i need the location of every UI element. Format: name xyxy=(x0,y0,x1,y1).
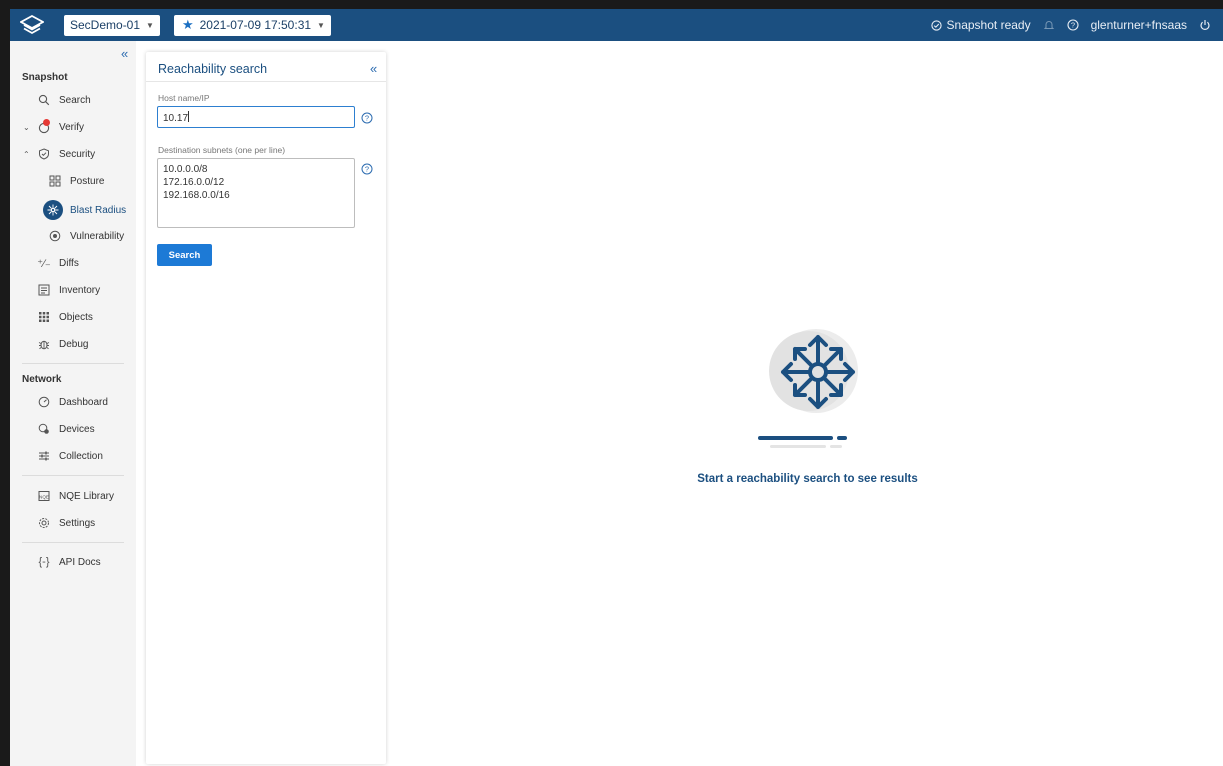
network-selector[interactable]: SecDemo-01 ▼ xyxy=(64,14,160,36)
host-input-value: 10.17 xyxy=(163,113,189,124)
sidebar-item-diffs[interactable]: ⁺∕₋ Diffs xyxy=(10,252,136,274)
alert-badge xyxy=(43,119,50,126)
host-field-label: Host name/IP xyxy=(158,93,210,103)
sidebar-item-label: Diffs xyxy=(59,257,79,269)
app-window: SecDemo-01 ▼ ★ 2021-07-09 17:50:31 ▼ Sna… xyxy=(10,9,1223,766)
top-bar: SecDemo-01 ▼ ★ 2021-07-09 17:50:31 ▼ Sna… xyxy=(10,9,1223,41)
section-title-snapshot: Snapshot xyxy=(22,72,68,83)
collapse-panel-icon[interactable]: « xyxy=(370,61,377,76)
shield-icon xyxy=(37,147,51,161)
sidebar-divider xyxy=(22,475,124,476)
nqe-icon: NQE xyxy=(37,489,51,503)
search-button[interactable]: Search xyxy=(157,244,212,266)
sidebar-item-nqe-library[interactable]: NQE NQE Library xyxy=(10,485,136,507)
svg-text:NQE: NQE xyxy=(39,494,49,499)
sidebar-item-label: Security xyxy=(59,148,96,160)
power-icon[interactable] xyxy=(1199,19,1211,31)
sidebar-item-verify[interactable]: ⌄ Verify xyxy=(10,116,136,138)
sidebar-item-debug[interactable]: Debug xyxy=(10,333,136,355)
blast-radius-illustration-icon xyxy=(758,329,858,448)
vulnerability-icon xyxy=(48,229,62,243)
status-text: Snapshot ready xyxy=(946,18,1031,32)
sidebar-item-blast-radius[interactable]: Blast Radius xyxy=(10,197,136,223)
subnets-field-label: Destination subnets (one per line) xyxy=(158,145,286,155)
gear-icon xyxy=(37,516,51,530)
subnets-textarea[interactable]: 10.0.0.0/8 172.16.0.0/12 192.168.0.0/16 xyxy=(157,158,355,228)
sidebar-item-label: Debug xyxy=(59,338,89,350)
sidebar-item-label: Vulnerability xyxy=(70,230,125,242)
collapse-sidebar-icon[interactable]: « xyxy=(121,46,128,61)
sidebar-item-api-docs[interactable]: {-} API Docs xyxy=(10,551,136,573)
inventory-icon xyxy=(37,283,51,297)
sidebar-item-security[interactable]: ⌃ Security xyxy=(10,143,136,165)
devices-icon xyxy=(37,422,51,436)
sidebar-item-collection[interactable]: Collection xyxy=(10,445,136,467)
posture-icon xyxy=(48,174,62,188)
sidebar: « Snapshot Search ⌄ Verify ⌃ Security Po… xyxy=(10,41,136,766)
bell-icon[interactable] xyxy=(1043,19,1055,31)
verify-icon xyxy=(37,119,51,134)
snapshot-selector[interactable]: ★ 2021-07-09 17:50:31 ▼ xyxy=(173,14,331,36)
user-name: glenturner+fnsaas xyxy=(1090,18,1187,32)
sidebar-item-inventory[interactable]: Inventory xyxy=(10,279,136,301)
app-logo-icon[interactable] xyxy=(20,14,46,36)
section-title-network: Network xyxy=(22,374,62,385)
collection-icon xyxy=(37,449,51,463)
sidebar-item-label: API Docs xyxy=(59,556,101,568)
help-icon[interactable]: ? xyxy=(361,112,373,124)
panel-title: Reachability search xyxy=(158,62,268,76)
help-icon[interactable]: ? xyxy=(1067,19,1079,31)
network-name: SecDemo-01 xyxy=(70,18,141,32)
blast-radius-icon xyxy=(43,200,63,220)
bug-icon xyxy=(37,337,51,351)
sidebar-item-label: Search xyxy=(59,94,91,106)
sidebar-item-label: Collection xyxy=(59,450,103,462)
check-circle-icon xyxy=(930,19,942,31)
sidebar-item-label: NQE Library xyxy=(59,490,115,502)
snapshot-time: 2021-07-09 17:50:31 xyxy=(199,18,312,32)
sidebar-item-posture[interactable]: Posture xyxy=(10,170,136,192)
chevron-up-icon: ⌃ xyxy=(23,149,30,159)
sidebar-item-label: Blast Radius xyxy=(70,204,127,216)
sidebar-item-label: Devices xyxy=(59,423,95,435)
sidebar-divider xyxy=(22,363,124,364)
sidebar-item-label: Verify xyxy=(59,121,85,133)
snapshot-status: Snapshot ready xyxy=(930,18,1031,32)
sidebar-item-label: Settings xyxy=(59,517,96,529)
chevron-down-icon: ▼ xyxy=(146,20,154,30)
user-menu[interactable]: glenturner+fnsaas xyxy=(1091,18,1187,32)
reachability-search-panel: Reachability search « Host name/IP 10.17… xyxy=(146,52,386,764)
sidebar-item-label: Objects xyxy=(59,311,93,323)
empty-state-message: Start a reachability search to see resul… xyxy=(697,473,918,485)
subnet-line: 172.16.0.0/12 xyxy=(163,177,225,188)
search-icon xyxy=(37,93,51,107)
sidebar-item-objects[interactable]: Objects xyxy=(10,306,136,328)
sidebar-item-label: Inventory xyxy=(59,284,101,296)
chevron-down-icon: ⌄ xyxy=(23,122,30,132)
braces-icon: {-} xyxy=(38,556,50,568)
text-cursor xyxy=(188,111,190,122)
sidebar-item-label: Posture xyxy=(70,175,105,187)
chevron-down-icon: ▼ xyxy=(317,20,325,30)
diffs-icon: ⁺∕₋ xyxy=(37,257,51,270)
sidebar-item-settings[interactable]: Settings xyxy=(10,512,136,534)
subnet-line: 10.0.0.0/8 xyxy=(163,164,208,175)
help-icon[interactable]: ? xyxy=(361,163,373,175)
objects-icon xyxy=(37,310,51,324)
panel-divider xyxy=(146,81,386,82)
svg-text:?: ? xyxy=(365,114,369,123)
sidebar-item-label: Dashboard xyxy=(59,396,108,408)
host-input[interactable]: 10.17 xyxy=(157,106,355,128)
sidebar-item-devices[interactable]: Devices xyxy=(10,418,136,440)
sidebar-divider xyxy=(22,542,124,543)
sidebar-item-dashboard[interactable]: Dashboard xyxy=(10,391,136,413)
star-icon: ★ xyxy=(181,17,194,32)
dashboard-icon xyxy=(37,395,51,409)
svg-text:?: ? xyxy=(1071,21,1075,30)
sidebar-item-vulnerability[interactable]: Vulnerability xyxy=(10,225,136,247)
subnet-line: 192.168.0.0/16 xyxy=(163,190,230,201)
svg-text:?: ? xyxy=(365,165,369,174)
sidebar-item-search[interactable]: Search xyxy=(10,89,136,111)
